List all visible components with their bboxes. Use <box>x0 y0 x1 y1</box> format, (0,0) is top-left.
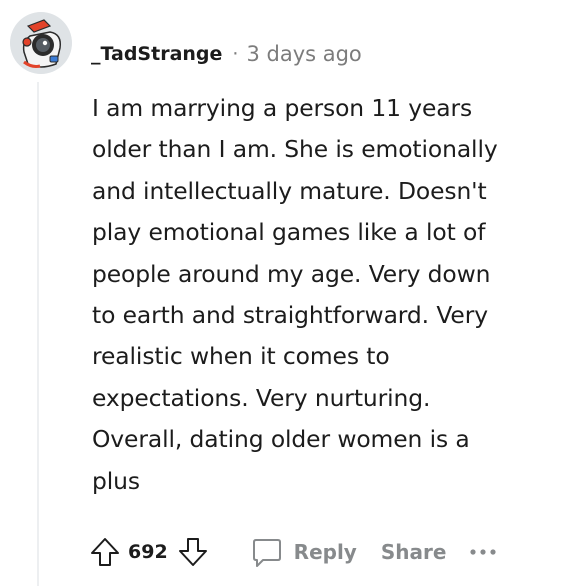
speech-bubble-icon <box>250 535 284 569</box>
comment-actions: 692 Reply Share <box>88 530 498 574</box>
snoo-avatar-icon <box>10 12 72 74</box>
comment-header: _TadStrange · 3 days ago <box>91 38 362 70</box>
downvote-arrow-icon[interactable] <box>176 535 210 569</box>
avatar[interactable] <box>10 12 72 74</box>
username[interactable]: _TadStrange <box>91 43 222 65</box>
share-button[interactable]: Share <box>381 540 447 564</box>
timestamp[interactable]: 3 days ago <box>246 42 361 66</box>
reply-button[interactable]: Reply <box>250 535 357 569</box>
vote-score: 692 <box>128 541 168 563</box>
comment: _TadStrange · 3 days ago I am marrying a… <box>0 0 569 586</box>
more-horizontal-icon[interactable] <box>468 545 498 559</box>
thread-line[interactable] <box>37 82 39 586</box>
reply-label: Reply <box>293 540 357 564</box>
meta-separator: · <box>232 43 239 65</box>
comment-body: I am marrying a person 11 years older th… <box>92 94 498 495</box>
vote-controls: 692 <box>88 535 210 569</box>
upvote-arrow-icon[interactable] <box>88 535 122 569</box>
